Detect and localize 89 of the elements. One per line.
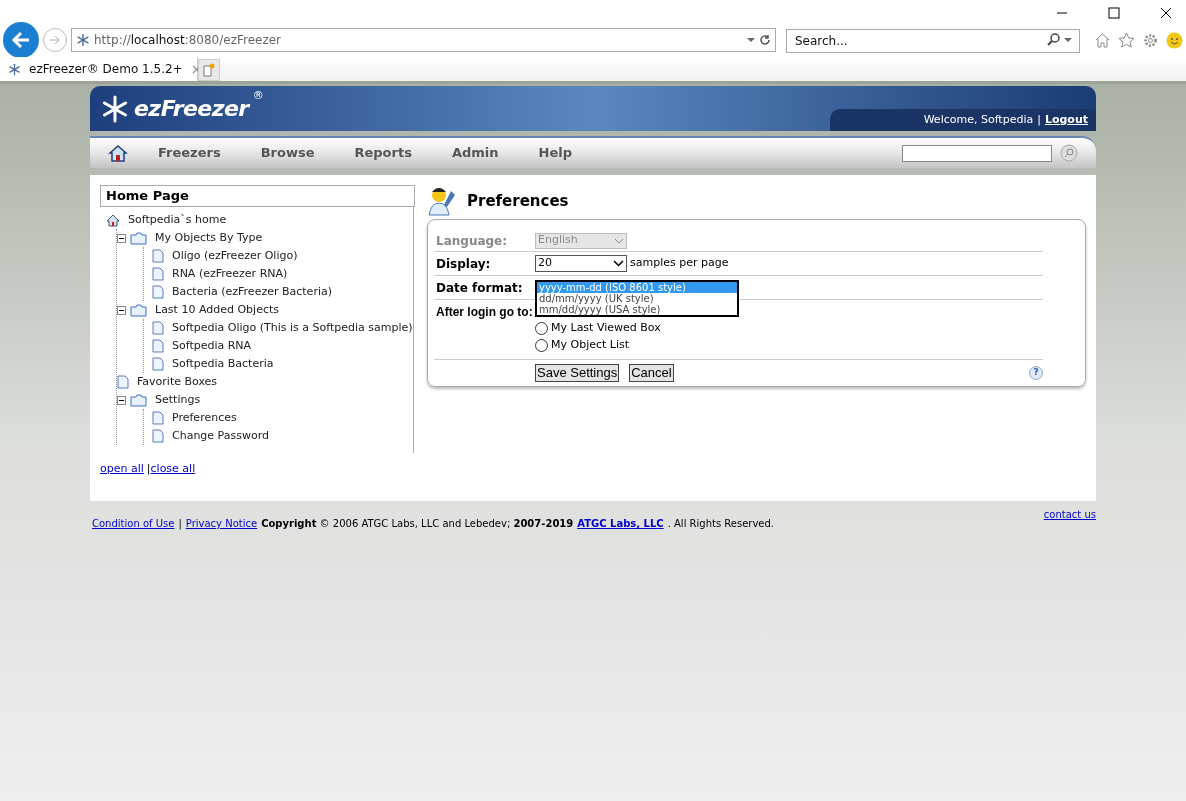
address-text: http://localhost:8080/ezFreezer	[94, 32, 283, 49]
field-label: After login go to:	[435, 304, 534, 321]
separator-text: |	[1037, 111, 1041, 128]
save-button[interactable]: Save Settings	[535, 364, 620, 382]
tab-title: ezFreezer® Demo 1.5.2+	[29, 61, 183, 78]
forward-arrow-icon	[49, 35, 61, 45]
footer-text: . All Rights Reserved.	[667, 517, 775, 531]
tree-item[interactable]: Last 10 Added Objects	[155, 301, 279, 319]
home-icon	[106, 213, 120, 227]
footer-link[interactable]: ATGC Labs, LLC	[577, 516, 664, 531]
search-field[interactable]: Search...	[786, 29, 1080, 53]
folder-icon	[130, 303, 147, 317]
nav-link[interactable]: Admin	[451, 143, 499, 163]
radio-label: My Last Viewed Box	[551, 319, 661, 336]
tree-item[interactable]: Settings	[155, 391, 201, 409]
sidebar-title: Home Page	[100, 185, 415, 207]
document-icon	[152, 285, 164, 299]
tree-item[interactable]: Softpedia Bacteria	[172, 355, 274, 373]
refresh-icon[interactable]	[759, 34, 771, 46]
document-icon	[152, 267, 164, 281]
close-icon[interactable]	[1160, 7, 1172, 19]
contact-link[interactable]: contact us	[1043, 507, 1096, 531]
document-icon	[152, 411, 164, 425]
dropdown-option[interactable]: dd/mm/yyyy (UK style)	[537, 293, 737, 304]
tree-item[interactable]: Preferences	[172, 409, 237, 427]
chevron-icon	[613, 260, 624, 267]
snowflake-icon	[8, 62, 21, 76]
document-icon	[152, 321, 164, 335]
field-label: Display:	[435, 255, 492, 273]
tree-item[interactable]: Softpedia`s home	[128, 211, 227, 229]
tree-item[interactable]: Change Password	[172, 427, 269, 445]
registered-mark: ®	[252, 88, 264, 104]
footer-text: |	[178, 517, 182, 531]
home-icon[interactable]	[108, 144, 128, 162]
maximize-icon[interactable]	[1108, 7, 1120, 19]
new-tab-icon	[203, 63, 215, 77]
tree-item[interactable]: Softpedia Oligo (This is a Softpedia sample)	[172, 319, 413, 337]
star-icon[interactable]	[1118, 31, 1135, 49]
radio-button[interactable]	[535, 338, 548, 352]
tree-item[interactable]: RNA (ezFreezer RNA)	[172, 265, 288, 283]
logo-icon	[100, 93, 130, 124]
settings-icon[interactable]	[1142, 31, 1159, 49]
tree-item[interactable]: Bacteria (ezFreezer Bacteria)	[172, 283, 332, 301]
dropdown-option[interactable]: mm/dd/yyyy (USA style)	[537, 304, 737, 315]
folder-icon	[130, 393, 147, 407]
snowflake-icon	[76, 33, 90, 47]
nav-link[interactable]: Reports	[354, 143, 412, 163]
back-arrow-icon	[11, 31, 31, 49]
back-button[interactable]	[3, 22, 39, 58]
document-icon	[152, 357, 164, 371]
footer-link[interactable]: Privacy Notice	[185, 516, 258, 531]
field-label: Language:	[435, 232, 509, 250]
tree-item[interactable]: Favorite Boxes	[137, 373, 218, 391]
document-icon	[117, 375, 129, 389]
search-icon[interactable]	[1047, 33, 1060, 46]
tree-item[interactable]: My Objects By Type	[155, 229, 263, 247]
footer-text: Copyright © 2006 ATGC Labs, LLC and Lebedev; 2007-2019	[261, 517, 574, 531]
address-bar[interactable]: http://localhost:8080/ezFreezer	[71, 28, 776, 52]
tree-item[interactable]: Softpedia RNA	[172, 337, 252, 355]
collapse-icon[interactable]	[117, 305, 126, 315]
separator-text: |	[146, 461, 151, 477]
chevron-icon	[614, 237, 624, 244]
suffix-text: samples per page	[630, 255, 729, 272]
search-field[interactable]	[902, 144, 1052, 162]
tree-item[interactable]: Oligo (ezFreezer Oligo)	[172, 247, 298, 265]
help-icon[interactable]: ?	[1029, 366, 1043, 380]
collapse-icon[interactable]	[117, 233, 126, 243]
display-select[interactable]: 20	[535, 255, 627, 272]
cancel-button[interactable]: Cancel	[629, 364, 674, 382]
footer-link[interactable]: Condition of Use	[92, 516, 175, 531]
document-icon	[152, 249, 164, 263]
open-all-link[interactable]: open all	[100, 461, 144, 478]
page-title: Preferences	[467, 190, 569, 212]
nav-link[interactable]: Browse	[260, 143, 315, 163]
radio-label: My Object List	[551, 336, 630, 353]
nav-link[interactable]: Help	[538, 143, 572, 163]
welcome-text: Welcome, Softpedia	[923, 111, 1034, 128]
dropdown-icon[interactable]	[747, 38, 755, 42]
dropdown-icon[interactable]	[1064, 37, 1072, 42]
logo-text: ezFreezer	[134, 95, 249, 123]
collapse-icon[interactable]	[117, 395, 126, 405]
field-label: Date format:	[435, 279, 524, 297]
smiley-icon[interactable]	[1166, 31, 1183, 49]
radio-button[interactable]	[535, 321, 548, 335]
document-icon	[152, 339, 164, 353]
document-icon	[152, 429, 164, 443]
logout-link[interactable]: Logout	[1044, 111, 1088, 129]
folder-icon	[130, 231, 147, 245]
nav-link[interactable]: Freezers	[158, 143, 221, 163]
